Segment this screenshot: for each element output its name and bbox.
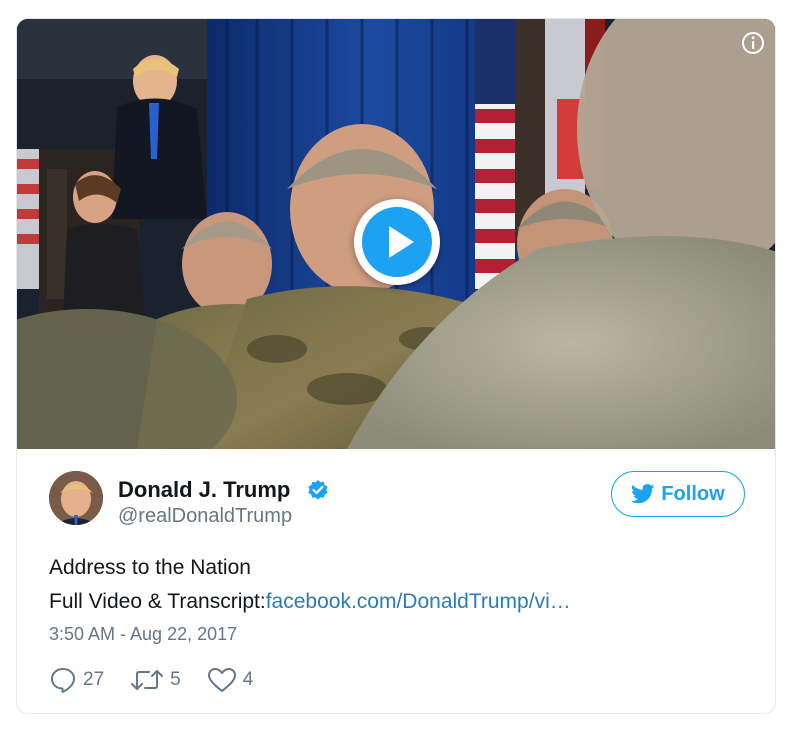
retweet-icon — [131, 670, 164, 690]
like-count: 4 — [242, 669, 254, 690]
tweet-body: Donald J. Trump @realDonaldTrump Follow … — [17, 449, 775, 713]
play-icon — [389, 226, 414, 258]
retweet-count: 5 — [170, 669, 181, 690]
reply-icon — [51, 668, 75, 693]
timestamp[interactable]: 3:50 AM - Aug 22, 2017 — [49, 624, 237, 645]
tweet-text-line1: Address to the Nation — [49, 556, 251, 579]
verified-badge-icon — [307, 479, 329, 501]
info-icon[interactable] — [741, 31, 765, 55]
follow-button[interactable]: Follow — [611, 471, 745, 517]
tweet-text-line2: Full Video & Transcript:facebook.com/Don… — [49, 585, 571, 619]
play-button[interactable] — [354, 199, 440, 285]
like-button[interactable]: 4 — [207, 667, 254, 693]
retweet-button[interactable]: 5 — [130, 667, 181, 693]
tweet-link[interactable]: facebook.com/DonaldTrump/vi… — [266, 590, 571, 613]
tweet-actions: 27 5 4 — [49, 665, 279, 695]
author-handle[interactable]: @realDonaldTrump — [118, 505, 292, 528]
heart-icon — [207, 668, 236, 692]
follow-label: Follow — [661, 482, 725, 505]
twitter-bird-icon — [631, 484, 655, 504]
tweet-card: Donald J. Trump @realDonaldTrump Follow … — [16, 18, 776, 714]
author-name[interactable]: Donald J. Trump — [118, 477, 290, 503]
reply-count: 27 — [83, 669, 105, 690]
tweet-text: Address to the Nation Full Video & Trans… — [49, 551, 571, 619]
avatar[interactable] — [49, 471, 103, 525]
video-thumbnail[interactable] — [17, 19, 775, 449]
reply-button[interactable]: 27 — [49, 666, 104, 694]
tweet-text-prefix: Full Video & Transcript: — [49, 590, 266, 613]
